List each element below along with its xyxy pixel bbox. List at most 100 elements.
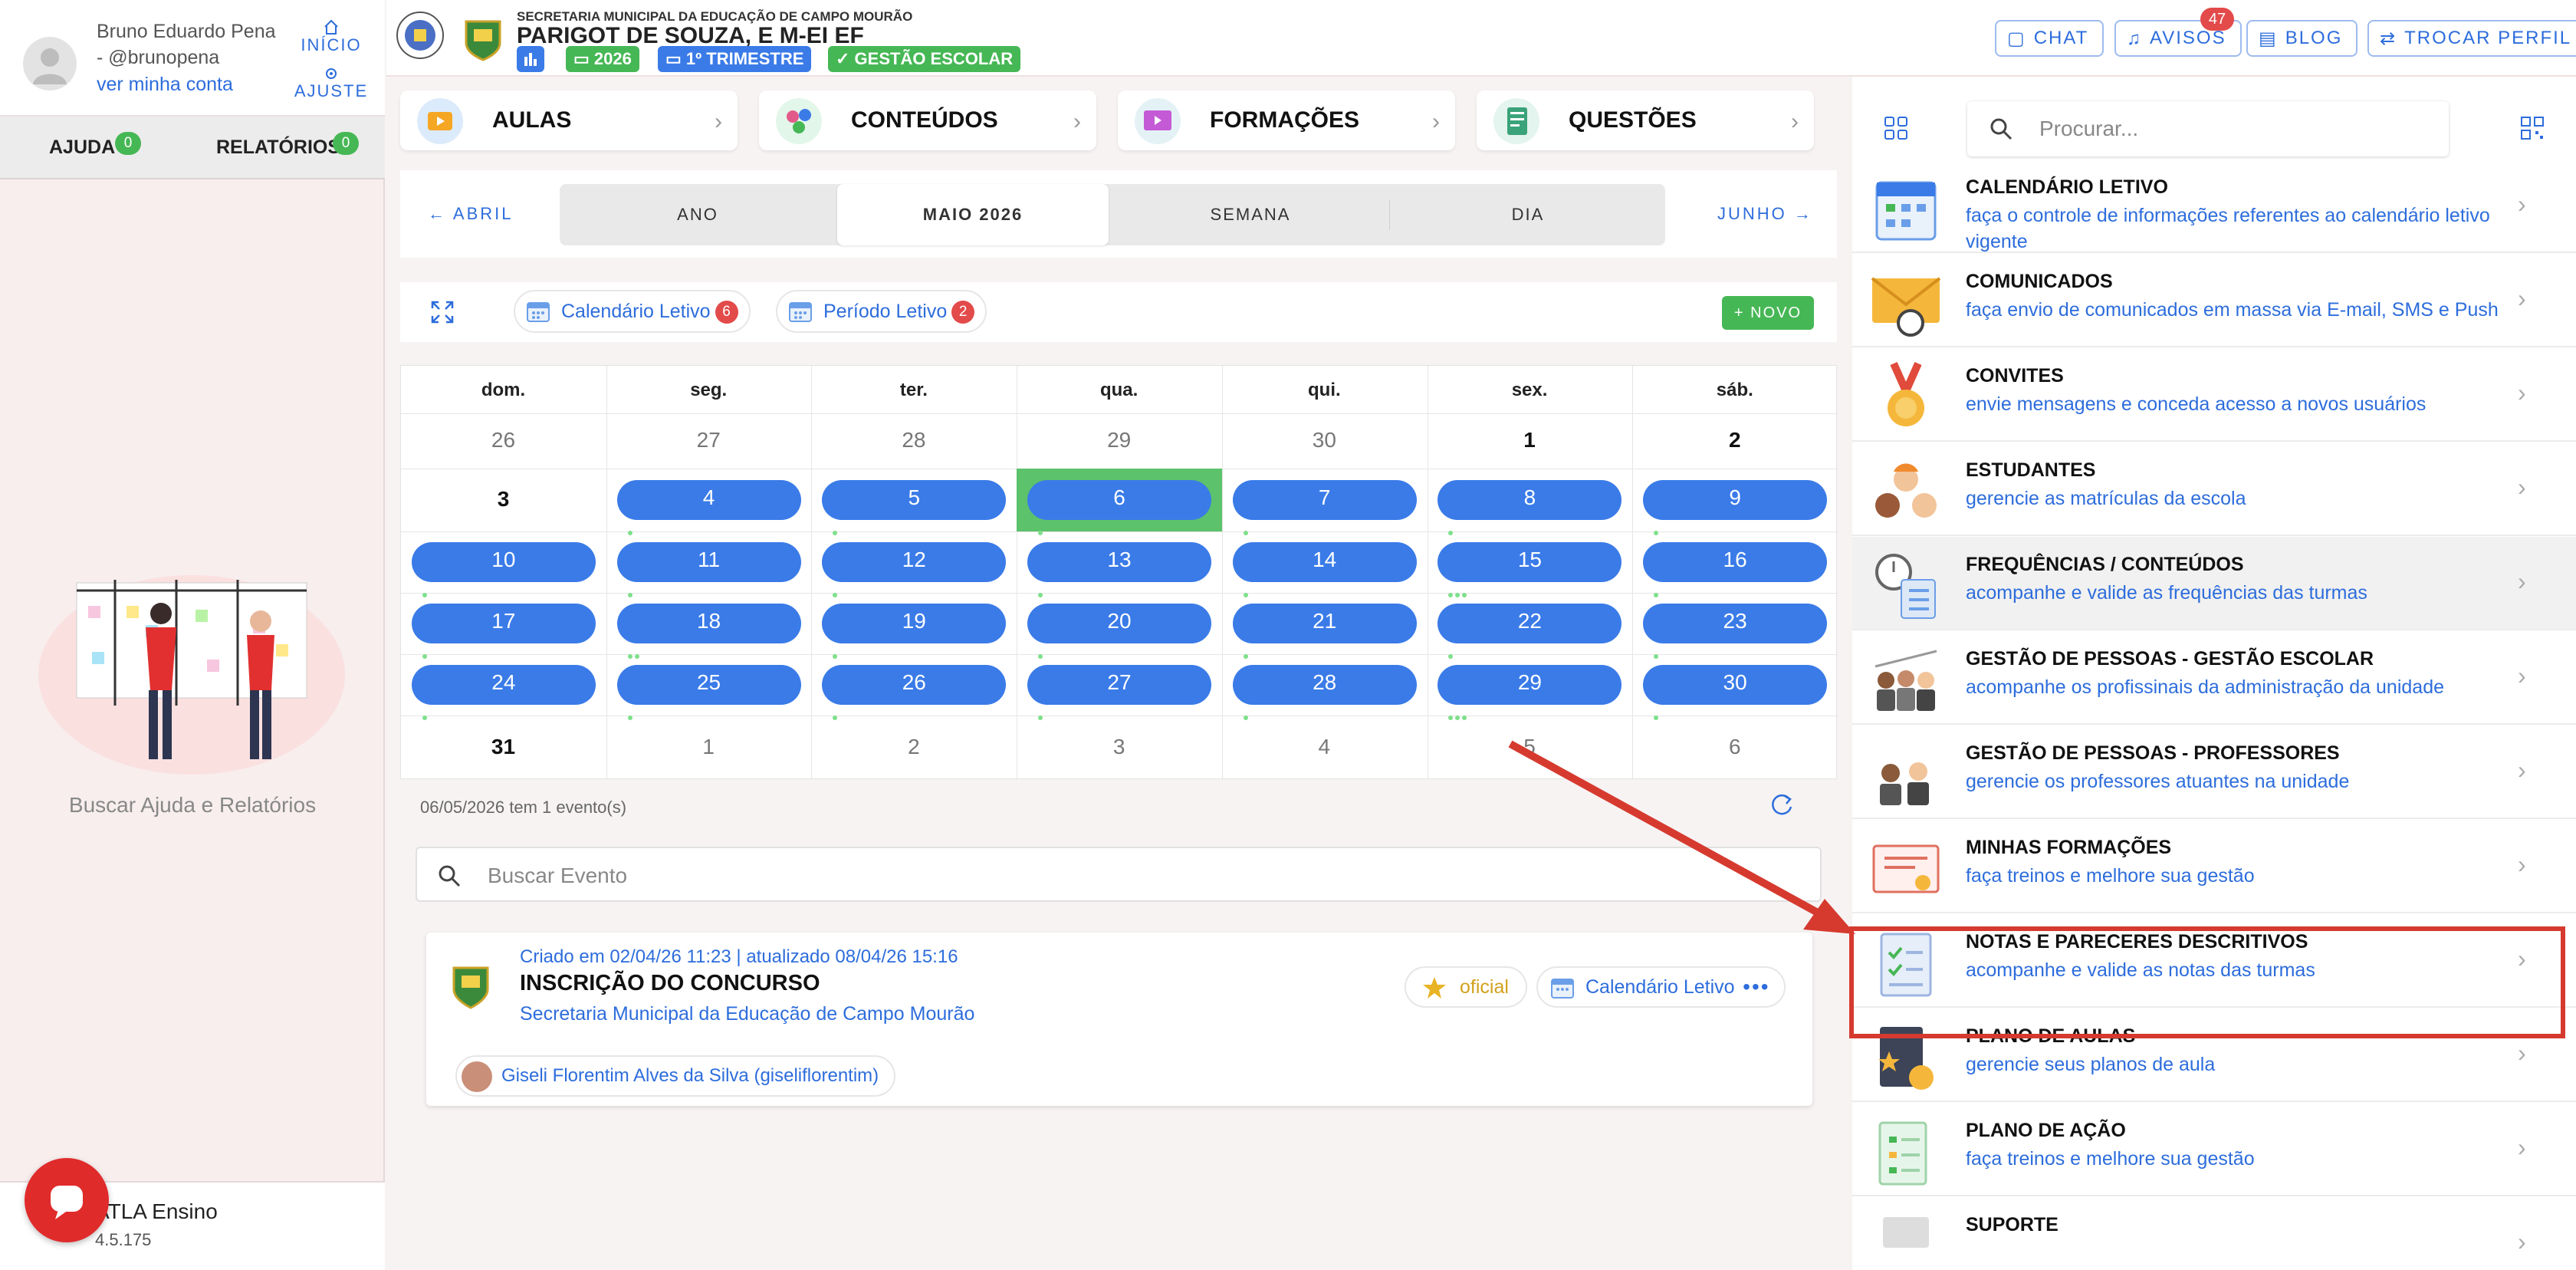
calendar-day-cell[interactable]: 4 (606, 469, 812, 535)
day-event-pill[interactable]: 14 (1232, 542, 1417, 597)
more-options-icon[interactable]: ••• (1743, 968, 1769, 1006)
day-event-pill[interactable]: 9 (1643, 480, 1828, 535)
day-event-pill[interactable]: 10 (411, 542, 596, 597)
account-link[interactable]: ver minha conta (97, 74, 233, 96)
event-calendar-chip[interactable]: Calendário Letivo ••• (1536, 966, 1786, 1008)
calendar-day-cell[interactable]: 13 (1017, 531, 1222, 597)
calendar-day-cell[interactable]: 29 (1428, 654, 1633, 720)
day-event-pill[interactable]: 16 (1643, 542, 1828, 597)
calendar-day-cell[interactable]: 8 (1428, 469, 1633, 535)
day-event-pill[interactable]: 7 (1232, 480, 1417, 535)
prev-month-link[interactable]: ← ABRIL (428, 204, 514, 224)
day-event-pill[interactable]: 20 (1027, 604, 1211, 659)
expand-icon[interactable] (429, 299, 455, 325)
blog-button[interactable]: ▤ BLOG (2246, 20, 2358, 57)
day-event-pill[interactable]: 27 (1027, 665, 1211, 720)
calendar-day-cell[interactable]: 22 (1428, 593, 1633, 659)
calendar-day-cell[interactable]: 21 (1222, 593, 1428, 659)
selected-day-pill[interactable]: 6 (1027, 480, 1211, 535)
calendar-day-cell[interactable]: 14 (1222, 531, 1428, 597)
event-card[interactable]: Criado em 02/04/26 11:23 | atualizado 08… (426, 933, 1812, 1106)
event-author-chip[interactable]: Giseli Florentim Alves da Silva (giselif… (455, 1055, 896, 1097)
day-event-pill[interactable]: 25 (616, 665, 801, 720)
calendar-day-cell[interactable]: 19 (811, 593, 1017, 659)
calendar-day-cell[interactable]: 24 (401, 654, 606, 720)
day-event-pill[interactable]: 17 (411, 604, 596, 659)
calendar-day-cell[interactable]: 26 (401, 413, 606, 469)
calendar-day-cell[interactable]: 28 (1222, 654, 1428, 720)
term-chip[interactable]: ▭ 1º TRIMESTRE (658, 46, 812, 72)
day-event-pill[interactable]: 4 (616, 480, 801, 535)
calendar-day-cell[interactable]: 4 (1222, 716, 1428, 780)
calendar-day-cell[interactable]: 11 (606, 531, 812, 597)
day-event-pill[interactable]: 23 (1643, 604, 1828, 659)
feature-item-support[interactable]: SUPORTE › (1852, 1197, 2576, 1270)
day-event-pill[interactable]: 13 (1027, 542, 1211, 597)
module-questoes[interactable]: QUESTÕES › (1477, 90, 1814, 150)
qr-code-icon[interactable] (2519, 115, 2545, 141)
calendar-day-cell[interactable]: 1 (1428, 413, 1633, 469)
view-month[interactable]: MAIO 2026 (837, 184, 1109, 245)
calendar-day-cell[interactable]: 3 (1017, 716, 1222, 780)
settings-shortcut[interactable]: AJUSTE (293, 66, 370, 101)
calendar-day-cell[interactable]: 20 (1017, 593, 1222, 659)
calendar-day-cell[interactable]: 1 (606, 716, 812, 780)
day-event-pill[interactable]: 26 (822, 665, 1007, 720)
calendar-day-cell[interactable]: 7 (1222, 469, 1428, 535)
day-event-pill[interactable]: 21 (1232, 604, 1417, 659)
tab-relatorios[interactable]: RELATÓRIOS 0 (192, 117, 385, 179)
calendar-day-cell[interactable]: 6 (1017, 469, 1222, 535)
calendar-day-cell[interactable]: 18 (606, 593, 812, 659)
day-event-pill[interactable]: 18 (616, 604, 801, 659)
module-formacoes[interactable]: FORMAÇÕES › (1118, 90, 1455, 150)
filter-calendario-letivo[interactable]: Calendário Letivo 6 (514, 290, 751, 333)
feature-item-medal[interactable]: CONVITES envie mensagens e conceda acesso… (1852, 348, 2576, 442)
calendar-day-cell[interactable]: 26 (811, 654, 1017, 720)
year-chip[interactable]: ▭ 2026 (566, 46, 639, 72)
day-event-pill[interactable]: 22 (1438, 604, 1622, 659)
day-event-pill[interactable]: 28 (1232, 665, 1417, 720)
feature-item-staff[interactable]: GESTÃO DE PESSOAS - GESTÃO ESCOLAR acompa… (1852, 631, 2576, 725)
module-aulas[interactable]: AULAS › (400, 90, 738, 150)
calendar-day-cell[interactable]: 16 (1632, 531, 1838, 597)
feature-item-calendar[interactable]: CALENDÁRIO LETIVO faça o controle de info… (1852, 160, 2576, 253)
calendar-day-cell[interactable]: 29 (1017, 413, 1222, 469)
calendar-day-cell[interactable]: 25 (606, 654, 812, 720)
stats-chip[interactable] (517, 46, 544, 72)
day-event-pill[interactable]: 5 (822, 480, 1007, 535)
view-ano[interactable]: ANO (560, 184, 836, 245)
chat-bubble-button[interactable] (25, 1158, 109, 1242)
new-event-button[interactable]: + NOVO (1722, 296, 1814, 330)
grid-view-icon[interactable] (1883, 115, 1909, 141)
calendar-day-cell[interactable]: 10 (401, 531, 606, 597)
day-event-pill[interactable]: 19 (822, 604, 1007, 659)
calendar-day-cell[interactable]: 2 (1632, 413, 1838, 469)
calendar-day-cell[interactable]: 30 (1632, 654, 1838, 720)
day-event-pill[interactable]: 11 (616, 542, 801, 597)
role-chip[interactable]: ✓ GESTÃO ESCOLAR (828, 46, 1021, 72)
calendar-day-cell[interactable]: 2 (811, 716, 1017, 780)
feature-item-envelope[interactable]: COMUNICADOS faça envio de comunicados em … (1852, 254, 2576, 347)
filter-periodo-letivo[interactable]: Período Letivo 2 (776, 290, 987, 333)
feature-item-clock-checklist[interactable]: FREQUÊNCIAS / CONTEÚDOS acompanhe e valid… (1852, 537, 2576, 630)
avatar[interactable] (23, 37, 77, 90)
switch-profile-button[interactable]: ⇄ TROCAR PERFIL (2367, 20, 2576, 57)
calendar-day-cell[interactable]: 5 (811, 469, 1017, 535)
calendar-day-cell[interactable]: 9 (1632, 469, 1838, 535)
calendar-day-cell[interactable]: 27 (606, 413, 812, 469)
view-semana[interactable]: SEMANA (1113, 184, 1388, 245)
panel-search-input[interactable]: Procurar... (1967, 101, 2449, 156)
view-dia[interactable]: DIA (1391, 184, 1665, 245)
feature-item-students[interactable]: ESTUDANTES gerencie as matrículas da esco… (1852, 443, 2576, 536)
day-event-pill[interactable]: 24 (411, 665, 596, 720)
module-conteudos[interactable]: CONTEÚDOS › (759, 90, 1096, 150)
calendar-day-cell[interactable]: 12 (811, 531, 1017, 597)
feature-item-action-plan[interactable]: PLANO DE AÇÃO faça treinos e melhore sua … (1852, 1103, 2576, 1196)
day-event-pill[interactable]: 15 (1438, 542, 1622, 597)
next-month-link[interactable]: JUNHO → (1717, 204, 1813, 224)
chat-button[interactable]: ▢ CHAT (1995, 20, 2104, 57)
day-event-pill[interactable]: 29 (1438, 665, 1622, 720)
home-shortcut[interactable]: INÍCIO (293, 18, 370, 55)
day-event-pill[interactable]: 12 (822, 542, 1007, 597)
calendar-day-cell[interactable]: 31 (401, 716, 606, 780)
